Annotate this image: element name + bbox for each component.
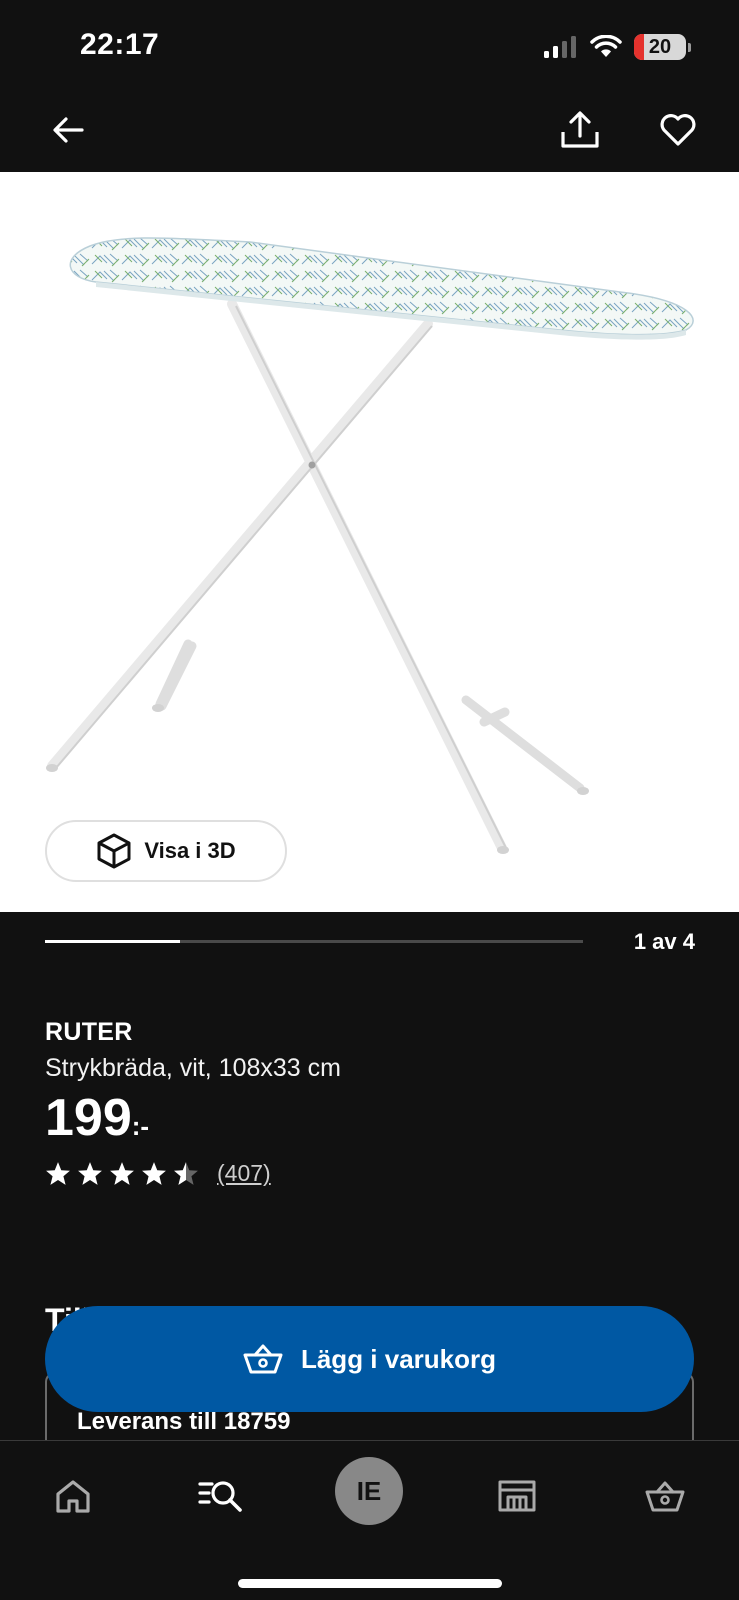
star-icon	[78, 1162, 102, 1185]
cube-3d-icon	[97, 833, 131, 869]
price-amount: 199	[45, 1089, 132, 1147]
gallery-pager: 1 av 4	[45, 926, 695, 956]
product-name: RUTER	[45, 1018, 133, 1046]
favorite-button[interactable]	[654, 106, 702, 154]
avatar-initials: IE	[356, 1475, 382, 1506]
star-icon	[46, 1162, 70, 1185]
star-icon	[110, 1162, 134, 1185]
view-in-3d-label: Visa i 3D	[144, 838, 236, 863]
battery-nub	[688, 42, 691, 52]
basket-icon	[645, 1481, 685, 1512]
home-indicator	[238, 1579, 502, 1588]
nav-home[interactable]	[38, 1463, 108, 1529]
battery-level: 20	[648, 35, 672, 58]
wifi-icon	[590, 35, 622, 57]
price-suffix: :-	[131, 1111, 150, 1141]
nav-profile-avatar[interactable]: IE	[335, 1457, 403, 1525]
status-icons: 20	[542, 34, 691, 60]
gallery-progress-fill	[45, 940, 180, 943]
bottom-navigation: IE	[0, 1440, 739, 1600]
product-rating[interactable]: (407)	[45, 1160, 271, 1187]
arrow-left-icon	[53, 117, 84, 143]
status-time: 22:17	[80, 28, 160, 61]
gallery-progress-track	[45, 940, 583, 943]
product-image[interactable]	[0, 172, 739, 912]
add-to-cart-button[interactable]: Lägg i varukorg	[45, 1306, 694, 1412]
add-to-cart-label: Lägg i varukorg	[300, 1343, 497, 1374]
half-star-icon	[174, 1162, 198, 1185]
basket-icon	[243, 1344, 283, 1374]
home-icon	[56, 1480, 90, 1513]
store-icon	[498, 1480, 536, 1512]
view-in-3d-button[interactable]: Visa i 3D	[45, 820, 287, 882]
gallery-pager-text: 1 av 4	[633, 929, 695, 954]
search-list-icon	[198, 1481, 242, 1512]
share-button[interactable]	[556, 106, 604, 154]
ironing-board-illustration	[46, 237, 694, 854]
status-bar: 22:17 20	[0, 0, 739, 100]
delivery-text: Leverans till 18759	[77, 1408, 291, 1435]
nav-store[interactable]	[482, 1463, 552, 1529]
top-bar	[0, 100, 739, 172]
cellular-signal-icon	[544, 36, 576, 58]
product-price: 199 :-	[45, 1088, 149, 1148]
back-button[interactable]	[44, 106, 92, 154]
review-count-link[interactable]: (407)	[217, 1160, 271, 1187]
share-icon	[561, 111, 599, 148]
nav-cart[interactable]	[630, 1463, 700, 1529]
battery-indicator: 20	[634, 34, 686, 60]
heart-icon	[660, 114, 696, 146]
star-icon	[142, 1162, 166, 1185]
product-description: Strykbräda, vit, 108x33 cm	[45, 1054, 341, 1082]
nav-search[interactable]	[186, 1463, 256, 1529]
